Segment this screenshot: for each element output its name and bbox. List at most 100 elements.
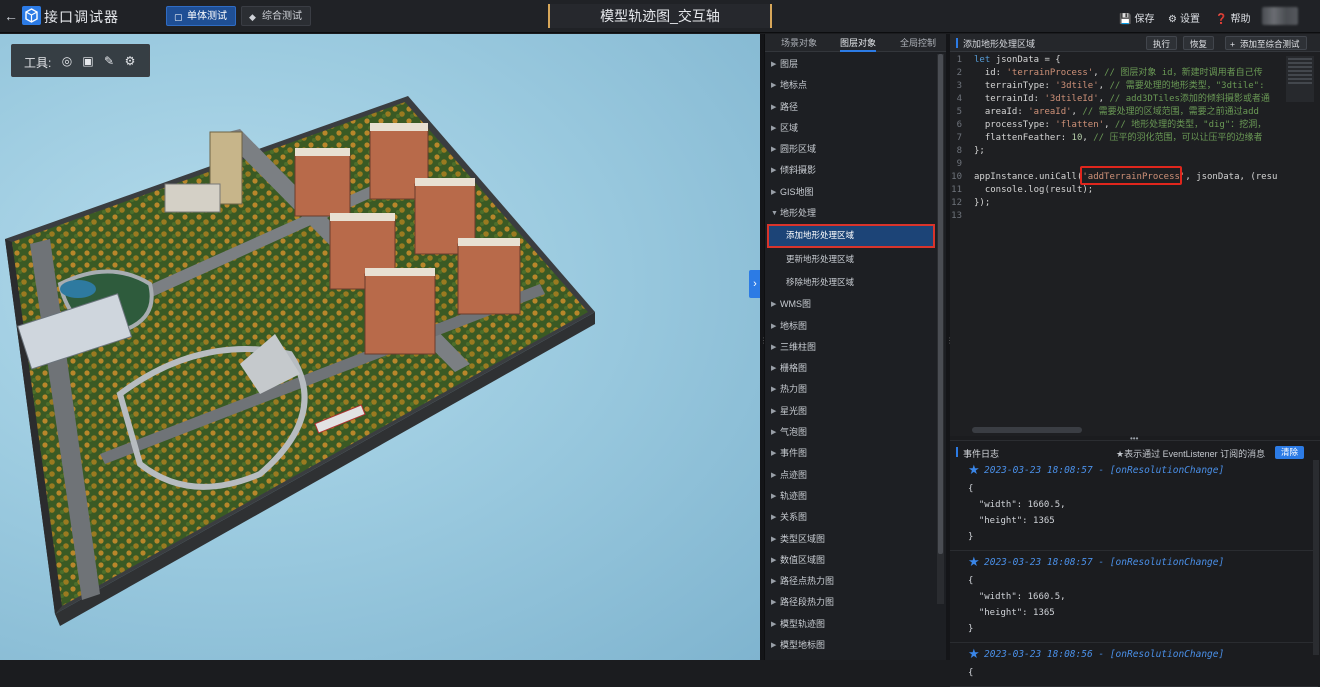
code-line: 3 terrainType: '3dtile', // 需要处理的地形类型，"3…	[950, 80, 1310, 93]
restore-button[interactable]: 恢复	[1183, 36, 1215, 50]
tree-subitem[interactable]: 更新地形处理区域	[765, 248, 937, 271]
tree-scrollbar[interactable]	[937, 54, 944, 604]
tree-subitem[interactable]: 添加地形处理区域	[767, 224, 935, 248]
tree-subitem[interactable]: 移除地形处理区域	[765, 271, 937, 294]
log-scrollbar[interactable]	[1313, 460, 1319, 655]
tree-item[interactable]: ▶ WMS图	[765, 294, 937, 315]
help-button[interactable]: ❓ 帮助	[1215, 10, 1250, 25]
tree-item[interactable]: ▶ GIS地图	[765, 182, 937, 203]
log-entry-line: {	[968, 668, 974, 678]
tree-item-label: 更新地形处理区域	[786, 253, 855, 264]
code-line: 6 processType: 'flatten', // 地形处理的类型，"di…	[950, 119, 1310, 132]
tab-scene-objects[interactable]: 场景对象	[781, 36, 817, 49]
code-horizontal-scrollbar[interactable]	[972, 427, 1082, 433]
tree-item[interactable]: ▶ 地标图	[765, 316, 937, 337]
code-token: ,	[1093, 68, 1105, 78]
tree-item-label: 圆形区域	[780, 144, 817, 155]
tree-item[interactable]: ▶ 数值区域图	[765, 550, 937, 571]
tab-global-control[interactable]: 全局控制	[900, 36, 936, 49]
tree-item[interactable]: ▶ 路径	[765, 97, 937, 118]
code-token: console.log(result);	[974, 185, 1094, 195]
fullscreen-icon[interactable]: ▣	[81, 54, 95, 68]
tree-item[interactable]: ▶ 轨迹图	[765, 486, 937, 507]
code-text: console.log(result);	[974, 184, 1093, 197]
log-entry-title: 2023-03-23 18:08:57 - [onResolutionChang…	[984, 465, 1225, 476]
tree-item[interactable]: ▶ 类型区域图	[765, 529, 937, 550]
event-log-header: 事件日志 ★表示通过 EventListener 订阅的消息 清除	[950, 443, 1320, 460]
tree-item-label: 地形处理	[780, 208, 817, 219]
code-token: ,	[1098, 94, 1110, 104]
add-to-combined-button[interactable]: + 添加至综合测试	[1225, 36, 1307, 50]
help-label: 帮助	[1230, 14, 1251, 25]
run-button[interactable]: 执行	[1146, 36, 1178, 50]
code-token: // 需要处理的区域范围，需要之前通过add	[1082, 107, 1259, 117]
code-token: flattenFeather:	[974, 133, 1072, 143]
tree-item[interactable]: ▶ 事件图	[765, 443, 937, 464]
3d-viewport[interactable]: 工具: ◎ ▣ ✎ ⚙	[0, 34, 762, 660]
line-number: 3	[956, 81, 962, 91]
user-avatar[interactable]	[1262, 7, 1298, 25]
tree-item[interactable]: ▶ 倾斜摄影	[765, 160, 937, 181]
tree-item[interactable]: ▶ 星光图	[765, 401, 937, 422]
target-icon[interactable]: ◎	[60, 54, 74, 68]
tree-item[interactable]: ▶ 点迹图	[765, 465, 937, 486]
tree-item[interactable]: ▶ 图层	[765, 54, 937, 75]
tree-item[interactable]: ▶ 热力图	[765, 379, 937, 400]
caret-right-icon: ▶	[771, 82, 777, 90]
tree-item-label: 路径点热力图	[780, 576, 835, 587]
code-token: , jsonData, (resu	[1185, 172, 1278, 182]
caret-right-icon: ▶	[771, 103, 777, 111]
combined-test-label: 综合测试	[262, 11, 302, 22]
caret-right-icon: ▶	[771, 535, 777, 543]
tree-item[interactable]: ▶ 模型地标图	[765, 635, 937, 656]
code-line: 13	[950, 210, 1310, 223]
code-text: terrainId: '3dtileId', // add3DTiles添加的倾…	[974, 93, 1270, 106]
tree-item[interactable]: ▶ 模型轨迹图	[765, 614, 937, 635]
save-label: 保存	[1134, 14, 1155, 25]
tab-layer-objects[interactable]: 图层对象	[840, 36, 877, 52]
code-editor[interactable]: 1 let jsonData = {2 id: 'terrainProcess',…	[950, 54, 1310, 424]
log-entry-line: }	[968, 624, 974, 634]
settings-label: 设置	[1179, 14, 1200, 25]
code-text: flattenFeather: 10, // 压平的羽化范围，可以让压平的边缘者	[974, 132, 1263, 145]
tree-item-label: WMS图	[780, 299, 811, 310]
tree-item[interactable]: ▶ 三维柱图	[765, 337, 937, 358]
caret-right-icon: ▶	[771, 556, 777, 564]
plus-icon: +	[1230, 39, 1235, 49]
code-panel-title: 添加地形处理区域	[963, 39, 1036, 49]
app-title: 接口调试器	[44, 9, 119, 25]
caret-right-icon: ▶	[771, 450, 777, 458]
gear-icon[interactable]: ⚙	[123, 54, 137, 68]
tree-item[interactable]: ▼ 地形处理	[765, 203, 937, 224]
tree-item[interactable]: ▶ 路径段热力图	[765, 592, 937, 613]
clear-log-button[interactable]: 清除	[1275, 446, 1305, 459]
log-entry: ★ 2023-03-23 18:08:57 - [onResolutionChan…	[950, 553, 1318, 643]
save-button[interactable]: 💾 保存	[1119, 10, 1154, 25]
tree-item[interactable]: ▶ 区域	[765, 118, 937, 139]
event-log-hint: ★表示通过 EventListener 订阅的消息	[1116, 449, 1266, 459]
tree-item[interactable]: ▶ 关系图	[765, 507, 937, 528]
tree-item[interactable]: ▶ 圆形区域	[765, 139, 937, 160]
tree-item[interactable]: ▶ 路径点热力图	[765, 571, 937, 592]
tree-item-label: 路径	[780, 101, 799, 112]
log-entry-title: 2023-03-23 18:08:56 - [onResolutionChang…	[984, 649, 1225, 660]
back-arrow-icon[interactable]: ←	[4, 8, 18, 24]
single-test-button[interactable]: ▢ 单体测试	[166, 6, 236, 26]
code-text: processType: 'flatten', // 地形处理的类型，"dig"…	[974, 119, 1266, 132]
code-token: terrainType:	[974, 81, 1056, 91]
tree-item-label: 点迹图	[780, 469, 808, 480]
tree-item[interactable]: ▶ 地标点	[765, 75, 937, 96]
settings-button[interactable]: ⚙ 设置	[1168, 10, 1200, 25]
help-icon: ❓	[1215, 14, 1228, 25]
caret-right-icon: ▶	[771, 599, 777, 607]
tree-item[interactable]: ▶ 栅格图	[765, 358, 937, 379]
caret-right-icon: ▶	[771, 365, 777, 373]
highlighted-method-box	[1080, 166, 1182, 185]
caret-right-icon: ▶	[771, 124, 777, 132]
tree-item[interactable]: ▶ 气泡图	[765, 422, 937, 443]
pen-icon[interactable]: ✎	[102, 54, 116, 68]
tool-panel: 工具: ◎ ▣ ✎ ⚙	[11, 44, 150, 77]
code-token: 10	[1071, 133, 1083, 143]
combined-test-button[interactable]: ◆ 综合测试	[241, 6, 311, 26]
code-minimap[interactable]	[1286, 56, 1314, 102]
